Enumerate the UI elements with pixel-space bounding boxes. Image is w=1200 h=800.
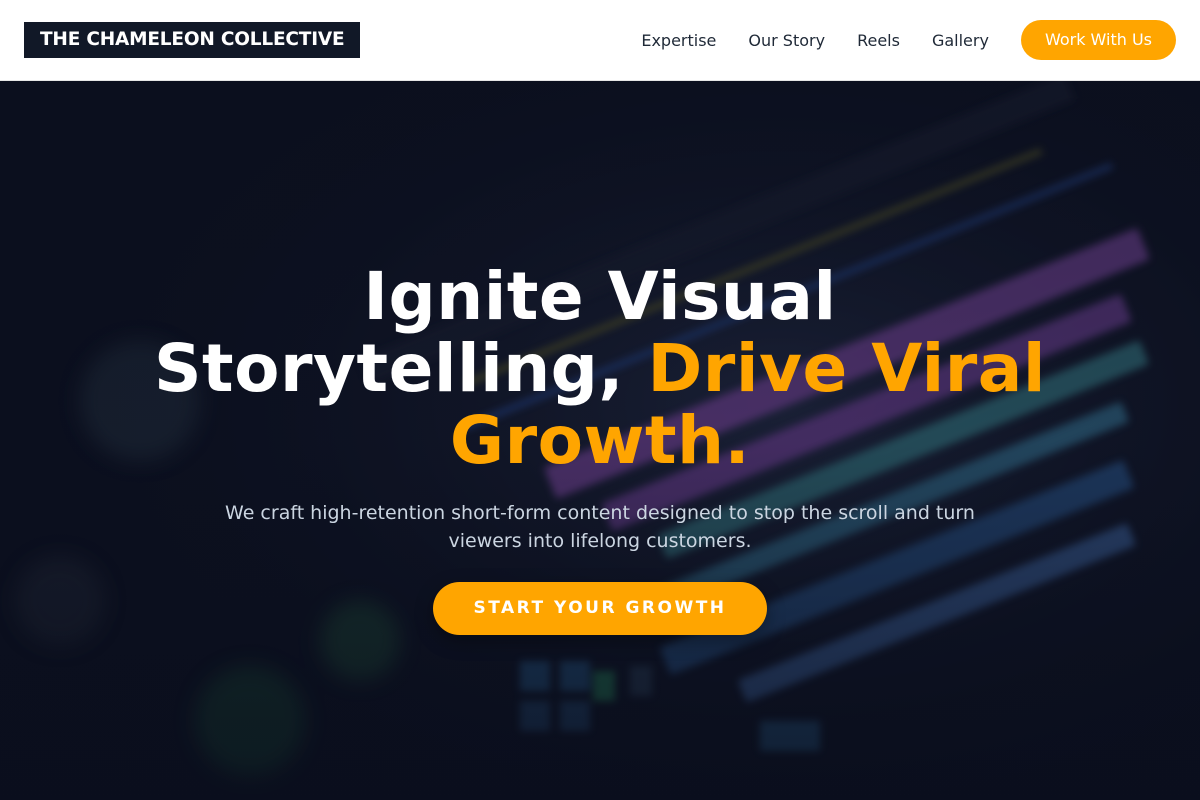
work-with-us-button[interactable]: Work With Us — [1020, 20, 1176, 60]
nav-link-our-story[interactable]: Our Story — [748, 31, 825, 50]
nav-link-reels[interactable]: Reels — [857, 31, 900, 50]
hero-title: Ignite Visual Storytelling, Drive Viral … — [150, 261, 1050, 477]
hero-section: Ignite Visual Storytelling, Drive Viral … — [0, 81, 1200, 800]
nav-link-expertise[interactable]: Expertise — [641, 31, 716, 50]
nav-link-gallery[interactable]: Gallery — [932, 31, 989, 50]
hero-subtitle: We craft high-retention short-form conte… — [225, 502, 975, 552]
main-nav: Expertise Our Story Reels Gallery Work W… — [641, 0, 1176, 80]
site-header: THE CHAMELEON COLLECTIVE Expertise Our S… — [0, 0, 1200, 81]
start-growth-button[interactable]: START YOUR GROWTH — [433, 582, 767, 635]
logo[interactable]: THE CHAMELEON COLLECTIVE — [24, 22, 361, 58]
